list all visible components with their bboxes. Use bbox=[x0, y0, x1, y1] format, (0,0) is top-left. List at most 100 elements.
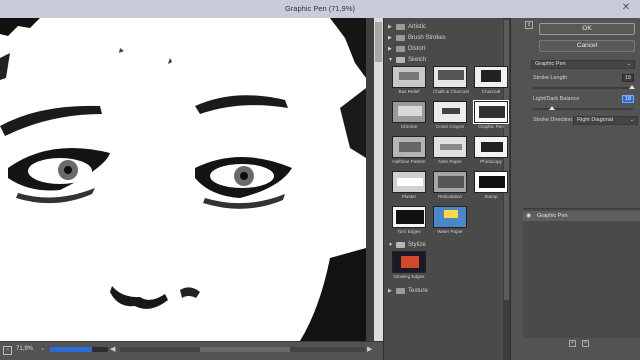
triangle-down-icon: ▼ bbox=[388, 242, 393, 248]
filter-thumb-image bbox=[392, 101, 426, 123]
folder-icon bbox=[396, 288, 405, 294]
filter-thumb-label: Graphic Pen bbox=[478, 124, 504, 129]
filter-thumb-image bbox=[392, 136, 426, 158]
cancel-button[interactable]: Cancel bbox=[539, 40, 635, 52]
preview-image bbox=[0, 18, 383, 341]
settings-panel: ⇕ OK Cancel Graphic Pen ⌄ Stroke Length … bbox=[510, 18, 640, 360]
filter-thumb-image bbox=[474, 171, 508, 193]
stroke-direction-select[interactable]: Right Diagonal ⌄ bbox=[573, 116, 638, 125]
light-dark-balance-input[interactable]: 18 bbox=[622, 95, 634, 103]
filter-thumb-halftone-pattern[interactable]: Halftone Pattern bbox=[392, 136, 426, 168]
filter-thumb-image bbox=[433, 171, 467, 193]
category-texture[interactable]: ▶ Texture bbox=[388, 286, 428, 296]
eye-icon[interactable]: ◉ bbox=[526, 211, 531, 221]
folder-open-icon bbox=[396, 57, 405, 63]
category-sketch[interactable]: ▼ Sketch bbox=[388, 55, 426, 65]
filter-thumb-stamp[interactable]: Stamp bbox=[474, 171, 508, 203]
filter-thumb-water-paper[interactable]: Water Paper bbox=[433, 206, 467, 238]
category-label: Distort bbox=[408, 46, 426, 52]
scroll-left-icon[interactable]: ◀ bbox=[110, 345, 115, 353]
category-label: Texture bbox=[408, 288, 428, 294]
stroke-direction-label: Stroke Direction: bbox=[533, 117, 574, 123]
triangle-right-icon: ▶ bbox=[388, 35, 392, 41]
category-artistic[interactable]: ▶ Artistic bbox=[388, 22, 426, 32]
filter-thumb-chalk-charcoal[interactable]: Chalk & Charcoal bbox=[433, 66, 469, 98]
filter-thumb-torn-edges[interactable]: Torn Edges bbox=[392, 206, 426, 238]
scrollbar-thumb[interactable] bbox=[200, 347, 290, 352]
ok-button[interactable]: OK bbox=[539, 23, 635, 35]
close-icon[interactable]: ✕ bbox=[620, 2, 632, 14]
filter-thumb-image bbox=[392, 66, 426, 88]
progress-fill bbox=[50, 347, 92, 352]
chevron-down-icon: ⌄ bbox=[629, 117, 634, 123]
filter-thumb-chrome[interactable]: Chrome bbox=[392, 101, 426, 133]
filter-thumb-image bbox=[392, 251, 426, 273]
filter-thumb-label: Conté Crayon bbox=[435, 124, 465, 129]
filter-thumb-image bbox=[392, 171, 426, 193]
filter-preview[interactable] bbox=[0, 18, 383, 341]
effect-layer-name: Graphic Pen bbox=[537, 213, 568, 219]
zoom-out-icon[interactable]: − bbox=[3, 346, 12, 355]
folder-icon bbox=[396, 46, 405, 52]
filter-thumb-image bbox=[474, 66, 508, 88]
filter-thumb-image bbox=[433, 206, 467, 228]
stroke-length-input[interactable]: 15 bbox=[622, 74, 634, 82]
category-stylize[interactable]: ▼ Stylize bbox=[388, 240, 426, 250]
new-effect-layer-icon[interactable]: + bbox=[569, 340, 576, 347]
filter-thumb-image bbox=[433, 101, 467, 123]
filter-thumb-image bbox=[433, 136, 467, 158]
light-dark-balance-label: Light/Dark Balance bbox=[533, 96, 580, 102]
category-label: Artistic bbox=[408, 24, 426, 30]
folder-icon bbox=[396, 24, 405, 30]
preview-vertical-scrollbar[interactable] bbox=[374, 18, 383, 341]
triangle-right-icon: ▶ bbox=[388, 46, 392, 52]
preview-edge bbox=[366, 18, 374, 341]
effect-layer-row[interactable]: ◉ Graphic Pen bbox=[523, 211, 640, 221]
category-distort[interactable]: ▶ Distort bbox=[388, 44, 425, 54]
slider-knob[interactable] bbox=[549, 106, 555, 110]
filter-thumb-image bbox=[392, 206, 426, 228]
category-label: Brush Strokes bbox=[408, 35, 446, 41]
scrollbar-thumb[interactable] bbox=[375, 22, 382, 62]
chevron-down-icon[interactable]: ⌄ bbox=[40, 345, 45, 352]
trash-icon[interactable]: × bbox=[582, 340, 589, 347]
filter-thumb-image bbox=[473, 100, 509, 124]
slider-knob[interactable] bbox=[629, 85, 635, 89]
filter-select[interactable]: Graphic Pen ⌄ bbox=[531, 60, 635, 69]
folder-icon bbox=[396, 35, 405, 41]
window-titlebar: Graphic Pen (71,9%) ✕ bbox=[0, 0, 640, 18]
filter-thumb-label: Chalk & Charcoal bbox=[433, 89, 469, 94]
filter-thumb-label: Charcoal bbox=[481, 89, 501, 94]
filter-thumb-note-paper[interactable]: Note Paper bbox=[433, 136, 467, 168]
filter-thumb-label: Reticulation bbox=[437, 194, 462, 199]
filter-thumb-graphic-pen[interactable]: Graphic Pen bbox=[473, 100, 509, 133]
filter-thumb-label: Water Paper bbox=[437, 229, 463, 234]
filter-thumb-label: Glowing Edges bbox=[393, 274, 425, 279]
light-dark-balance-slider[interactable] bbox=[533, 106, 633, 110]
triangle-down-icon: ▼ bbox=[388, 57, 393, 63]
filter-thumb-label: Photocopy bbox=[480, 159, 502, 164]
filter-thumb-photocopy[interactable]: Photocopy bbox=[474, 136, 508, 168]
filter-thumb-bas-relief[interactable]: Bas Relief bbox=[392, 66, 426, 98]
filter-thumb-glowing-edges[interactable]: Glowing Edges bbox=[392, 251, 426, 283]
collapse-gallery-icon[interactable]: ⇕ bbox=[525, 21, 533, 29]
filter-thumb-label: Chrome bbox=[400, 124, 418, 129]
filter-thumb-plaster[interactable]: Plaster bbox=[392, 171, 426, 203]
filter-thumb-reticulation[interactable]: Reticulation bbox=[433, 171, 467, 203]
filter-thumb-conte-crayon[interactable]: Conté Crayon bbox=[433, 101, 467, 133]
filter-thumb-label: Bas Relief bbox=[398, 89, 420, 94]
scroll-right-icon[interactable]: ▶ bbox=[367, 345, 372, 353]
effect-layers-list: ◉ Graphic Pen bbox=[523, 208, 640, 338]
filter-thumb-charcoal[interactable]: Charcoal bbox=[474, 66, 508, 98]
zoom-level[interactable]: 71,9% bbox=[16, 346, 33, 352]
filter-thumb-label: Halftone Pattern bbox=[392, 159, 426, 164]
stroke-length-slider[interactable] bbox=[533, 85, 635, 89]
category-brush-strokes[interactable]: ▶ Brush Strokes bbox=[388, 33, 446, 43]
triangle-right-icon: ▶ bbox=[388, 288, 392, 294]
chevron-down-icon: ⌄ bbox=[626, 61, 631, 67]
folder-open-icon bbox=[396, 242, 405, 248]
preview-horizontal-scrollbar[interactable] bbox=[120, 347, 365, 352]
filter-thumb-image bbox=[474, 136, 508, 158]
filter-select-value: Graphic Pen bbox=[535, 61, 566, 67]
filter-thumb-image bbox=[433, 66, 467, 88]
